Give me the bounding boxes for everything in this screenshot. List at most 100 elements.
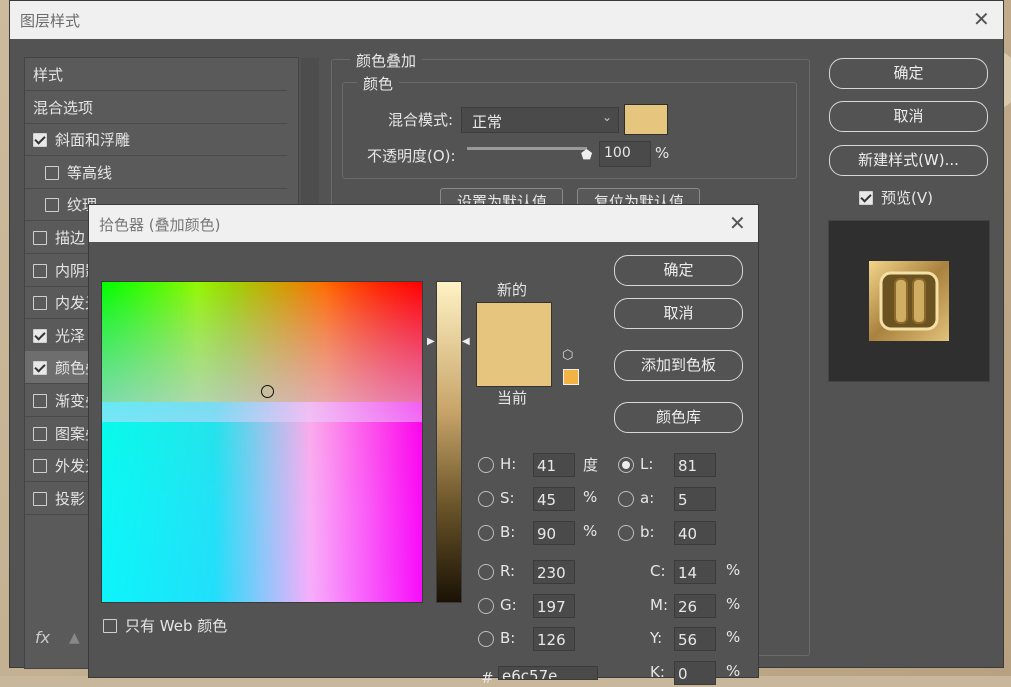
picker-ok-button[interactable]: 确定 <box>614 255 743 286</box>
slider-right-handle[interactable]: ◀ <box>462 336 470 347</box>
style-checkbox[interactable] <box>33 231 47 245</box>
value-input[interactable]: 45 <box>533 487 575 511</box>
style-checkbox[interactable] <box>33 133 47 148</box>
style-checkbox[interactable] <box>33 459 47 474</box>
overlay-color-swatch[interactable] <box>624 104 668 135</box>
ok-button[interactable]: 确定 <box>829 58 988 89</box>
value-text: 26 <box>678 597 698 616</box>
opacity-slider-handle[interactable]: ⬟ <box>581 148 592 163</box>
style-checkbox[interactable] <box>33 491 47 506</box>
color-picker-titlebar: 拾色器 (叠加颜色) ✕ <box>89 205 758 242</box>
dialog-titlebar: 图层样式 ✕ <box>10 1 1003 39</box>
value-input[interactable]: 197 <box>533 593 575 618</box>
value-input[interactable]: 56 <box>674 627 716 651</box>
move-up-icon[interactable]: ▲ <box>69 630 80 646</box>
value-text: 126 <box>537 631 566 649</box>
value-text: 5 <box>678 491 688 509</box>
value-input[interactable]: 26 <box>674 593 716 618</box>
style-list-item-label: 样式 <box>33 66 64 84</box>
lightness-slider[interactable] <box>436 281 462 603</box>
style-checkbox[interactable] <box>45 198 59 213</box>
blend-mode-select[interactable]: 正常 ⌄ <box>461 107 619 133</box>
style-list-item[interactable]: 斜面和浮雕 <box>25 123 287 157</box>
opacity-unit: % <box>655 144 670 162</box>
slider-left-handle[interactable]: ▶ <box>427 336 435 347</box>
field-label: H: <box>500 455 517 473</box>
style-checkbox[interactable] <box>33 426 47 441</box>
radio-b[interactable] <box>618 525 634 541</box>
radio-l[interactable] <box>618 457 634 473</box>
fx-icon[interactable]: fx <box>35 628 50 647</box>
style-checkbox[interactable] <box>33 394 47 408</box>
field-label: L: <box>640 455 654 473</box>
field-label: K: <box>650 662 665 681</box>
radio-b[interactable] <box>478 631 494 647</box>
cancel-button[interactable]: 取消 <box>829 101 988 132</box>
style-checkbox[interactable] <box>33 263 47 278</box>
unit-label: % <box>583 488 598 506</box>
value-input[interactable]: 126 <box>533 627 575 651</box>
chevron-down-icon: ⌄ <box>601 110 612 124</box>
color-group: 颜色 混合模式: 正常 ⌄ 不透明度(O): ⬟ 100 % <box>342 73 797 179</box>
field-label: G: <box>500 595 517 614</box>
style-list-item[interactable]: 样式 <box>25 58 287 91</box>
value-input[interactable]: 81 <box>674 453 716 477</box>
hex-input[interactable]: e6c57e <box>498 666 598 680</box>
color-library-button[interactable]: 颜色库 <box>614 402 743 433</box>
opacity-label: 不透明度(O): <box>367 147 456 165</box>
style-checkbox[interactable] <box>45 165 59 180</box>
radio-r[interactable] <box>478 564 494 580</box>
web-colors-only-checkbox[interactable] <box>103 619 117 633</box>
value-text: 90 <box>537 525 557 543</box>
new-style-button[interactable]: 新建样式(W)... <box>829 145 988 176</box>
style-list-item[interactable]: 等高线 <box>25 156 287 189</box>
value-text: 56 <box>678 631 698 649</box>
radio-h[interactable] <box>478 457 494 473</box>
field-label: B: <box>500 523 516 541</box>
hex-value: e6c57e <box>502 667 558 680</box>
field-label: B: <box>500 629 516 647</box>
style-list-item[interactable]: 混合选项 <box>25 91 287 124</box>
radio-s[interactable] <box>478 491 494 507</box>
add-to-swatches-button[interactable]: 添加到色板 <box>614 350 743 381</box>
value-input[interactable]: 0 <box>674 660 716 685</box>
dialog-title: 图层样式 <box>20 12 81 30</box>
unit-label: % <box>726 661 741 680</box>
field-label: M: <box>650 595 668 614</box>
style-list-item-label: 描边 <box>55 229 86 247</box>
gamut-swatch[interactable] <box>563 369 579 385</box>
color-picker-dialog: 拾色器 (叠加颜色) ✕ ▶ ◀ 新的 当前 ⬡ 确定 取消 添加到色板 颜色库… <box>88 204 759 687</box>
color-field[interactable] <box>101 281 423 603</box>
color-group-title: 颜色 <box>357 73 400 94</box>
style-checkbox[interactable] <box>33 361 47 376</box>
style-list-item-label: 光泽 <box>55 326 86 345</box>
picker-cancel-button[interactable]: 取消 <box>614 298 743 329</box>
field-label: b: <box>640 523 655 541</box>
radio-g[interactable] <box>478 597 494 614</box>
preview-checkbox[interactable] <box>859 191 873 205</box>
style-checkbox[interactable] <box>33 296 47 311</box>
radio-a[interactable] <box>618 491 634 507</box>
opacity-input[interactable]: 100 <box>599 141 651 167</box>
field-label: C: <box>650 562 666 580</box>
current-color-swatch[interactable] <box>476 344 552 387</box>
cube-icon[interactable]: ⬡ <box>562 348 573 363</box>
style-checkbox[interactable] <box>33 328 47 343</box>
value-input[interactable]: 5 <box>674 487 716 511</box>
close-icon[interactable]: ✕ <box>973 9 990 29</box>
color-field-cursor[interactable] <box>261 385 274 398</box>
field-label: R: <box>500 562 516 580</box>
opacity-slider-track[interactable] <box>467 147 587 150</box>
value-input[interactable]: 230 <box>533 560 575 584</box>
opacity-input-value: 100 <box>604 145 631 161</box>
value-input[interactable]: 14 <box>674 560 716 584</box>
value-input[interactable]: 40 <box>674 521 716 545</box>
unit-label: % <box>726 594 741 613</box>
radio-b[interactable] <box>478 525 494 541</box>
blend-mode-value: 正常 <box>472 113 503 131</box>
close-icon[interactable]: ✕ <box>729 213 746 233</box>
value-input[interactable]: 90 <box>533 521 575 545</box>
value-input[interactable]: 41 <box>533 453 575 477</box>
value-text: 41 <box>537 457 557 475</box>
style-list-item-label: 等高线 <box>67 163 113 182</box>
